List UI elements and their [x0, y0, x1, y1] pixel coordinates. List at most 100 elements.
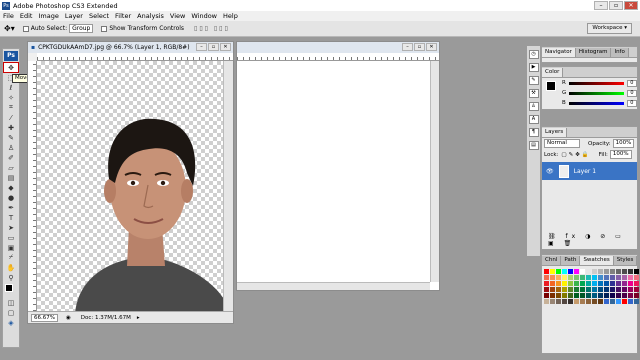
layers-bottom-icons[interactable]: ⛓ fx ◑ ⊘ ▭ ▣ 🗑 — [548, 233, 637, 247]
blank-doc-close-button[interactable]: ✕ — [426, 43, 437, 51]
menu-file[interactable]: File — [3, 12, 14, 20]
color-swatch[interactable] — [556, 275, 561, 280]
color-swatch[interactable] — [628, 287, 633, 292]
blank-doc-maximize-button[interactable]: ▫ — [414, 43, 425, 51]
color-swatch[interactable] — [586, 287, 591, 292]
layer-row[interactable]: 👁 Layer 1 — [542, 162, 637, 180]
image-canvas[interactable] — [37, 61, 225, 314]
actions-panel-icon[interactable]: ▶ — [528, 63, 539, 72]
green-value[interactable]: 0 — [627, 89, 637, 97]
blur-tool-icon[interactable]: ◆ — [4, 183, 18, 192]
menu-edit[interactable]: Edit — [20, 12, 33, 20]
color-swatch[interactable] — [628, 281, 633, 286]
magic-wand-icon[interactable]: ✧ — [4, 93, 18, 102]
move-tool-icon[interactable]: ✥ — [3, 62, 19, 73]
shape-tool-icon[interactable]: ▭ — [4, 233, 18, 242]
doc-maximize-button[interactable]: ▫ — [208, 43, 219, 51]
blend-mode-dropdown[interactable]: Normal — [544, 139, 580, 148]
color-swatch[interactable] — [556, 299, 561, 304]
color-swatch[interactable] — [568, 281, 573, 286]
tab-histogram[interactable]: Histogram — [575, 48, 612, 57]
tool-presets-icon[interactable]: ⚒ — [528, 89, 539, 98]
tab-info[interactable]: Info — [611, 48, 629, 57]
color-swatch[interactable] — [610, 293, 615, 298]
color-swatch[interactable] — [610, 299, 615, 304]
tab-layers[interactable]: Layers — [542, 128, 568, 137]
color-swatch[interactable] — [568, 287, 573, 292]
color-swatch[interactable] — [544, 275, 549, 280]
paragraph-panel-icon[interactable]: ¶ — [528, 128, 539, 137]
menu-layer[interactable]: Layer — [65, 12, 83, 20]
layer-name[interactable]: Layer 1 — [574, 168, 596, 175]
color-swatch[interactable] — [574, 281, 579, 286]
doc-close-button[interactable]: ✕ — [220, 43, 231, 51]
show-transform-checkbox[interactable] — [101, 25, 108, 32]
crop-tool-icon[interactable]: ⌗ — [4, 103, 18, 112]
close-button[interactable]: ✕ — [624, 1, 638, 10]
color-swatch[interactable] — [610, 275, 615, 280]
color-swatch[interactable] — [562, 281, 567, 286]
color-swatch[interactable] — [550, 275, 555, 280]
color-swatch[interactable] — [550, 269, 555, 274]
color-swatch[interactable] — [604, 299, 609, 304]
color-swatch[interactable] — [592, 275, 597, 280]
hand-tool-icon[interactable]: ✋ — [4, 263, 18, 272]
color-swatch[interactable] — [616, 299, 621, 304]
color-swatch[interactable] — [574, 269, 579, 274]
menu-filter[interactable]: Filter — [115, 12, 131, 20]
color-swatch[interactable] — [562, 269, 567, 274]
blue-value[interactable]: 0 — [626, 99, 637, 107]
blank-vertical-scrollbar[interactable] — [430, 61, 439, 282]
opacity-field[interactable]: 100% — [612, 139, 635, 148]
blank-horizontal-scrollbar[interactable] — [237, 282, 430, 290]
color-swatch[interactable] — [556, 287, 561, 292]
color-swatch[interactable] — [550, 299, 555, 304]
auto-select-dropdown[interactable]: Group — [69, 24, 94, 33]
path-select-icon[interactable]: ➤ — [4, 223, 18, 232]
quick-mask-icon[interactable]: ◫ — [4, 298, 18, 307]
color-swatch[interactable] — [574, 299, 579, 304]
blue-slider[interactable] — [568, 101, 624, 105]
history-panel-icon[interactable]: ◷ — [528, 50, 539, 59]
color-swatch[interactable] — [628, 293, 633, 298]
tab-channels[interactable]: Chnl — [542, 256, 562, 265]
color-swatch[interactable] — [586, 281, 591, 286]
color-swatch[interactable] — [604, 287, 609, 292]
color-swatch[interactable] — [598, 275, 603, 280]
color-swatch[interactable] — [616, 269, 621, 274]
brush-tool-icon[interactable]: ✎ — [4, 133, 18, 142]
color-swatch[interactable] — [544, 281, 549, 286]
clone-source-icon[interactable]: ♙ — [528, 102, 539, 111]
color-swatch[interactable] — [574, 275, 579, 280]
color-swatch[interactable] — [586, 299, 591, 304]
color-swatch[interactable] — [562, 275, 567, 280]
color-swatch[interactable] — [610, 269, 615, 274]
clone-stamp-icon[interactable]: ♙ — [4, 143, 18, 152]
color-swatch[interactable] — [580, 275, 585, 280]
screen-mode-icon[interactable]: ▢ — [4, 308, 18, 317]
color-swatch[interactable] — [580, 299, 585, 304]
color-swatch[interactable] — [586, 269, 591, 274]
color-swatch[interactable] — [610, 281, 615, 286]
menu-image[interactable]: Image — [38, 12, 58, 20]
color-swatch[interactable] — [544, 269, 549, 274]
color-swatch[interactable] — [598, 293, 603, 298]
lasso-tool-icon[interactable]: ℓ — [4, 83, 18, 92]
color-swatch[interactable] — [604, 269, 609, 274]
character-panel-icon[interactable]: A — [528, 115, 539, 124]
document-vertical-scrollbar[interactable] — [223, 61, 233, 311]
doc-minimize-button[interactable]: – — [196, 43, 207, 51]
color-swatch[interactable] — [544, 287, 549, 292]
color-swatch[interactable] — [580, 269, 585, 274]
color-swatch[interactable] — [610, 287, 615, 292]
color-swatch[interactable] — [616, 281, 621, 286]
color-swatch[interactable] — [616, 293, 621, 298]
tab-paths[interactable]: Path — [561, 256, 581, 265]
color-swatch[interactable] — [562, 293, 567, 298]
tab-navigator[interactable]: Navigator — [542, 48, 576, 57]
color-swatch[interactable] — [628, 299, 633, 304]
green-slider[interactable] — [569, 91, 625, 95]
color-swatch[interactable] — [580, 281, 585, 286]
color-swatch[interactable] — [568, 299, 573, 304]
color-swatch[interactable] — [616, 275, 621, 280]
